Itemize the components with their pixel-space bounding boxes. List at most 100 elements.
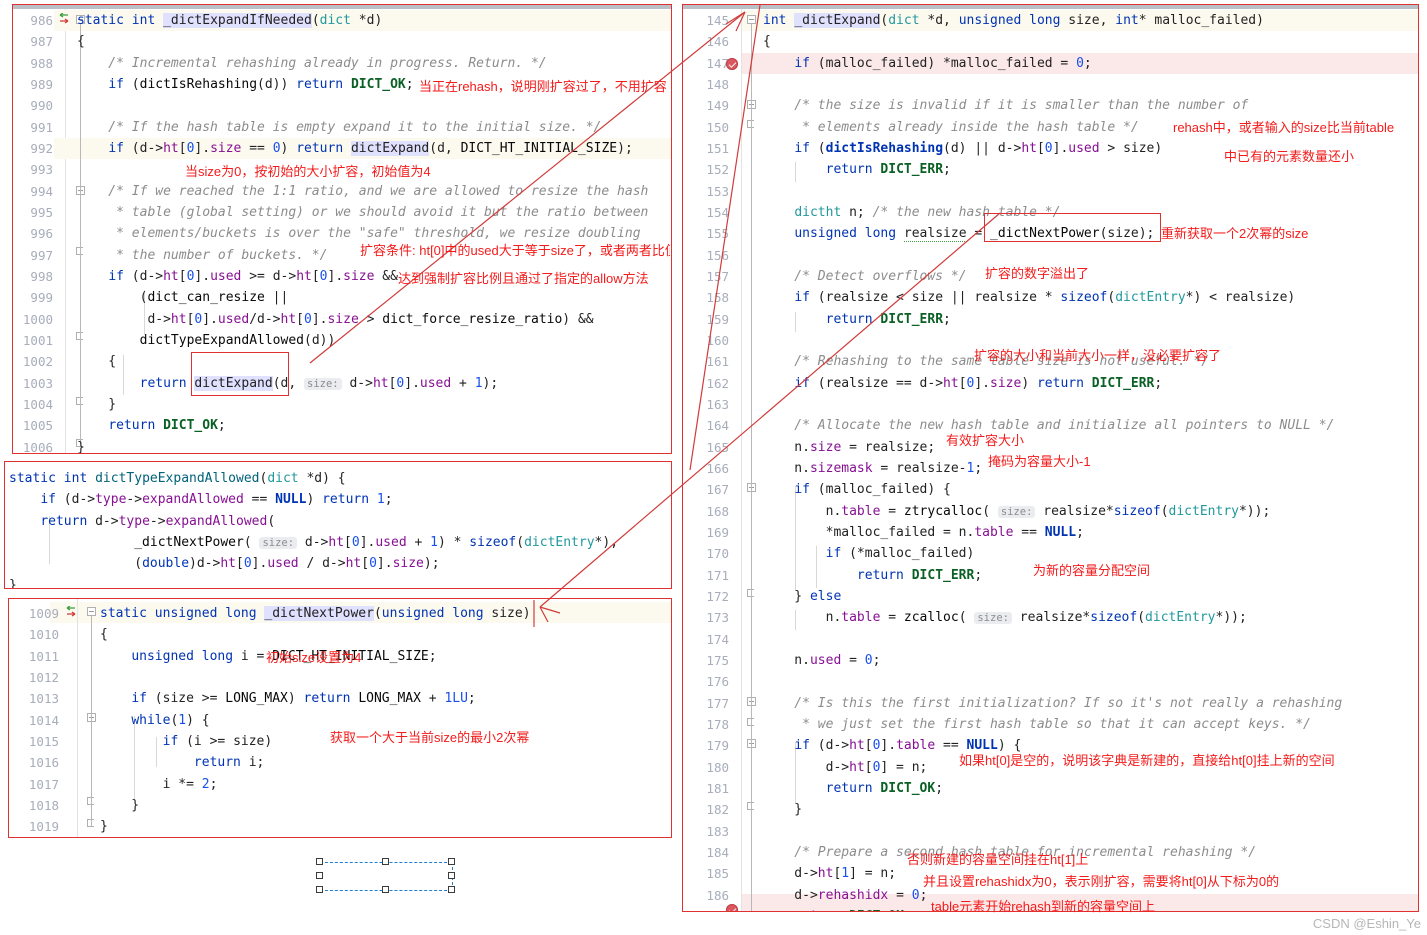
- annotation-text: 并且设置rehashidx为0，表示刚扩容，需要将ht[0]从下标为0的: [923, 874, 1280, 889]
- line-number: 145: [706, 13, 729, 28]
- line-number: 1018: [28, 798, 59, 813]
- code-line: return DICT_ERR;: [825, 162, 951, 177]
- annotation-text: 扩容的大小和当前大小一样，没必要扩容了: [974, 348, 1222, 363]
- annotation-text: 否则新建的容量空间挂在ht[1]上: [907, 852, 1089, 867]
- line-number: 183: [706, 824, 729, 839]
- code-line: if (d->ht[0].used >= d->ht[0].size &&: [108, 269, 398, 284]
- line-number: 171: [706, 568, 729, 583]
- annotation-text: table元素开始rehash到新的容量空间上: [931, 899, 1155, 914]
- code-line: d->ht[0].used/d->ht[0].size > dict_force…: [77, 312, 594, 327]
- fold-marker-icon[interactable]: [87, 607, 96, 616]
- code-line: * table (global setting) or we should av…: [77, 205, 649, 220]
- code-line: if (realsize == d->ht[0].size) return DI…: [794, 376, 1163, 391]
- line-number: 1019: [28, 819, 59, 834]
- textbox-handle-sw[interactable]: [316, 886, 323, 893]
- line-number: 1006: [22, 440, 53, 454]
- code-line: static unsigned long _dictNextPower(unsi…: [100, 606, 531, 621]
- code-line: *malloc_failed = n.table == NULL;: [763, 525, 1084, 540]
- code-line: /* Detect overflows */: [763, 269, 967, 284]
- code-line: d->rehashidx = 0;: [763, 888, 928, 903]
- line-number: 1017: [28, 777, 59, 792]
- line-number: 181: [706, 781, 729, 796]
- code-line: return DICT_OK;: [763, 906, 911, 911]
- line-number: 1011: [28, 649, 59, 664]
- code-area-left-bottom[interactable]: 1009 1010 1011 1012 1013 1014 1015 1016 …: [17, 603, 671, 837]
- textbox-handle-se[interactable]: [448, 886, 455, 893]
- annotation-text: 为新的容量分配空间: [1033, 563, 1151, 578]
- line-number: 163: [706, 397, 729, 412]
- code-line: {: [100, 627, 108, 642]
- read-write-gutter-icon[interactable]: [64, 606, 78, 618]
- line-number: 995: [30, 205, 53, 220]
- annotation-text: 扩容的数字溢出了: [985, 266, 1090, 281]
- line-number: 184: [706, 845, 729, 860]
- annotation-text: 掩码为容量大小-1: [988, 454, 1091, 469]
- code-line: n.size = realsize;: [763, 440, 936, 455]
- code-line: }: [100, 798, 140, 813]
- line-number: 986: [30, 13, 53, 28]
- line-number: 166: [706, 461, 729, 476]
- line-number: 987: [30, 34, 53, 49]
- line-number: 1003: [22, 376, 53, 391]
- line-number: 1000: [22, 312, 53, 327]
- annotation-text: 当正在rehash，说明刚扩容过了，不用扩容: [419, 79, 667, 94]
- code-line: (double)d->ht[0].used / d->ht[0].size);: [9, 556, 440, 571]
- line-number: 148: [706, 77, 729, 92]
- textbox-handle-ne[interactable]: [448, 858, 455, 865]
- code-line: }: [77, 440, 85, 454]
- line-number: 1012: [28, 670, 59, 685]
- code-line: if (i >= size): [162, 734, 273, 749]
- code-line: n.table = zcalloc( size: realsize*sizeof…: [763, 610, 1247, 625]
- line-number: 990: [30, 98, 53, 113]
- line-number: 179: [706, 738, 729, 753]
- line-number: 168: [706, 504, 729, 519]
- line-number: 180: [706, 760, 729, 775]
- line-number: 152: [706, 162, 729, 177]
- code-line: {: [77, 354, 117, 369]
- textbox-handle-s[interactable]: [382, 886, 389, 893]
- code-line: if (malloc_failed) *malloc_failed = 0;: [794, 56, 1092, 71]
- panel-scroll-top-right[interactable]: [683, 5, 1418, 9]
- textbox-handle-n[interactable]: [382, 858, 389, 865]
- code-line: static int dictTypeExpandAllowed(dict *d…: [9, 471, 346, 486]
- textbox-handle-nw[interactable]: [316, 858, 323, 865]
- textbox-handle-w[interactable]: [316, 872, 323, 879]
- editor-panel-dictExpandIfNeeded[interactable]: 986 987 988 989 990 991 992 993 994 995 …: [12, 4, 672, 454]
- fold-marker-icon[interactable]: [747, 15, 756, 24]
- editor-panel-dictNextPower[interactable]: 1009 1010 1011 1012 1013 1014 1015 1016 …: [8, 598, 672, 838]
- read-write-gutter-icon[interactable]: [57, 13, 71, 25]
- code-line: * elements already inside the hash table…: [763, 120, 1139, 135]
- line-number: 160: [706, 333, 729, 348]
- code-line: return DICT_ERR;: [825, 312, 951, 327]
- code-area-left-mid[interactable]: static int dictTypeExpandAllowed(dict *d…: [9, 468, 671, 588]
- annotation-text: 有效扩容大小: [946, 433, 1025, 448]
- editor-panel-dictTypeExpandAllowed[interactable]: static int dictTypeExpandAllowed(dict *d…: [4, 461, 672, 589]
- line-number: 997: [30, 248, 53, 263]
- line-number: 157: [706, 269, 729, 284]
- line-number: 187: [689, 906, 729, 911]
- line-number: 173: [706, 610, 729, 625]
- watermark: CSDN @Eshin_Ye: [1312, 916, 1421, 931]
- code-line: n.sizemask = realsize-1;: [763, 461, 983, 476]
- code-line: return DICT_OK;: [825, 781, 944, 796]
- code-line: }: [77, 397, 117, 412]
- line-number: 176: [706, 674, 729, 689]
- line-number: 989: [30, 77, 53, 92]
- selected-textbox[interactable]: [316, 858, 455, 893]
- breakpoint-icon[interactable]: [726, 58, 738, 70]
- textbox-handle-e[interactable]: [448, 872, 455, 879]
- annotation-text: rehash中，或者输入的size比当前table: [1173, 120, 1395, 135]
- annotation-text: 初始size设置为4: [266, 650, 362, 665]
- line-number: 994: [30, 184, 53, 199]
- code-line: return DICT_OK;: [108, 418, 226, 433]
- line-number: 178: [706, 717, 729, 732]
- line-number: 154: [706, 205, 729, 220]
- line-number: 147: [706, 56, 729, 71]
- code-line: if (realsize < size || realsize * sizeof…: [794, 290, 1296, 305]
- code-line: {: [77, 34, 85, 49]
- breakpoint-icon[interactable]: [726, 904, 738, 911]
- line-number: 156: [706, 248, 729, 263]
- code-line: if (d->ht[0].size == 0) return dictExpan…: [108, 141, 633, 156]
- panel-scroll-top[interactable]: [13, 5, 671, 9]
- annotation-text: 当size为0，按初始的大小扩容，初始值为4: [185, 164, 431, 179]
